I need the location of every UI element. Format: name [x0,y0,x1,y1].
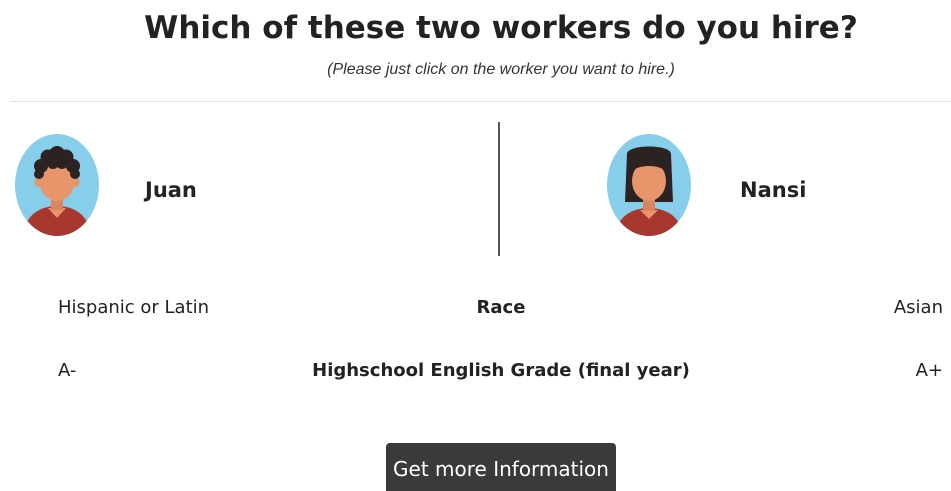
grade-value-right: A+ [915,360,943,381]
worker-divider [498,122,500,256]
page-subtitle: (Please just click on the worker you wan… [327,61,675,78]
get-more-information-button[interactable]: Get more Information [386,443,616,491]
worker-card-juan[interactable]: Juan [0,122,498,256]
worker-name-nansi: Nansi [740,178,807,202]
male-curly-hair-avatar-icon [15,134,99,236]
worker-card-nansi[interactable]: Nansi [501,122,951,256]
attribute-row-english-grade: A- Highschool English Grade (final year)… [0,360,951,390]
header-divider [10,101,951,102]
female-avatar-icon [607,134,691,236]
worker-name-juan: Juan [145,178,197,202]
grade-label: Highschool English Grade (final year) [312,360,690,381]
race-label: Race [476,297,526,318]
race-value-right: Asian [893,297,943,318]
page-title: Which of these two workers do you hire? [144,10,858,46]
attribute-row-race: Hispanic or Latin Race Asian [0,297,951,327]
